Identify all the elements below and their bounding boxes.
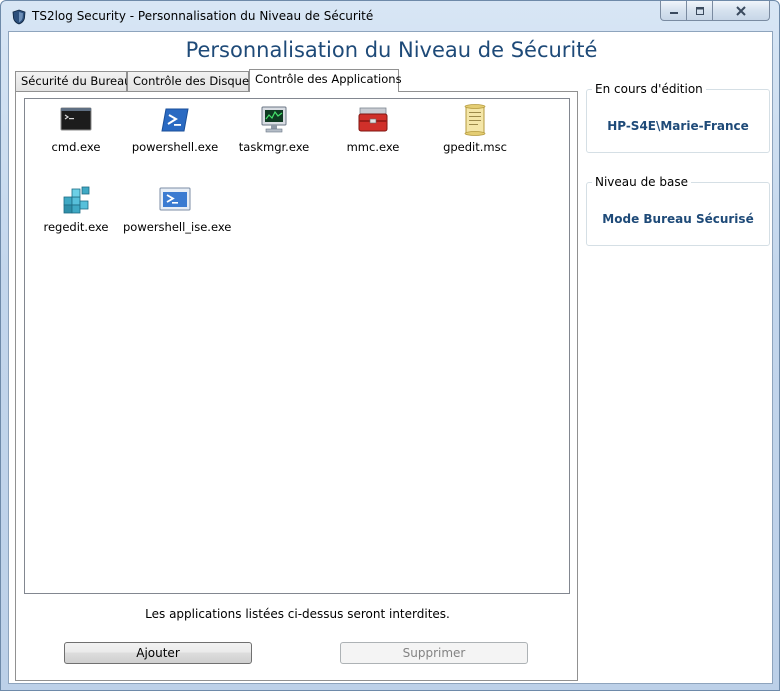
tab-controle-disques[interactable]: Contrôle des Disques [127, 71, 255, 91]
list-item-taskmgr[interactable]: taskmgr.exe [222, 103, 326, 154]
editing-group: En cours d'édition HP-S4E\Marie-France [586, 82, 770, 153]
tab-controle-applications[interactable]: Contrôle des Applications [249, 69, 402, 92]
page-title: Personnalisation du Niveau de Sécurité [185, 38, 598, 62]
client-area: Personnalisation du Niveau de Sécurité S… [8, 31, 773, 684]
powershell-icon [161, 108, 189, 132]
list-item-label: regedit.exe [43, 220, 109, 234]
list-item-powershell-ise[interactable]: powershell_ise.exe [123, 183, 232, 234]
add-button[interactable]: Ajouter [64, 642, 252, 664]
list-item-label: cmd.exe [51, 140, 101, 154]
list-item-label: gpedit.msc [443, 140, 507, 154]
shield-icon [12, 9, 26, 25]
list-item-label: taskmgr.exe [238, 140, 310, 154]
list-item-label: mmc.exe [346, 140, 400, 154]
task-manager-icon [261, 106, 287, 133]
console-icon [60, 107, 92, 131]
maximize-icon [695, 6, 704, 15]
maximize-button[interactable] [687, 1, 713, 21]
minimize-icon [669, 11, 678, 14]
application-list[interactable]: cmd.exe powershell.exe taskmgr.exe mmc.e… [24, 98, 570, 594]
notice-text: Les applications listées ci-dessus seron… [145, 607, 450, 621]
base-level-group: Niveau de base Mode Bureau Sécurisé [586, 175, 770, 246]
list-item-label: powershell_ise.exe [123, 220, 232, 234]
app-window: TS2log Security - Personnalisation du Ni… [0, 0, 780, 691]
editing-legend: En cours d'édition [592, 82, 706, 96]
window-title: TS2log Security - Personnalisation du Ni… [32, 9, 374, 23]
powershell-ise-icon [159, 187, 191, 211]
list-item-cmd[interactable]: cmd.exe [24, 103, 128, 154]
editing-user: HP-S4E\Marie-France [607, 119, 749, 133]
list-item-gpedit[interactable]: gpedit.msc [423, 103, 527, 154]
base-level-value: Mode Bureau Sécurisé [602, 212, 754, 226]
base-level-legend: Niveau de base [592, 175, 691, 189]
close-button[interactable] [713, 1, 770, 21]
list-item-label: powershell.exe [131, 140, 219, 154]
remove-button[interactable]: Supprimer [340, 642, 528, 664]
close-icon [736, 5, 746, 16]
minimize-button[interactable] [660, 1, 687, 21]
registry-icon [63, 186, 90, 214]
list-item-powershell[interactable]: powershell.exe [123, 103, 227, 154]
toolbox-icon [358, 107, 388, 132]
tab-securite-bureau[interactable]: Sécurité du Bureau [15, 71, 131, 91]
scroll-icon [464, 104, 486, 136]
tab-panel-applications: cmd.exe powershell.exe taskmgr.exe mmc.e… [15, 91, 578, 681]
window-controls [660, 1, 770, 21]
list-item-regedit[interactable]: regedit.exe [24, 183, 128, 234]
list-item-mmc[interactable]: mmc.exe [321, 103, 425, 154]
